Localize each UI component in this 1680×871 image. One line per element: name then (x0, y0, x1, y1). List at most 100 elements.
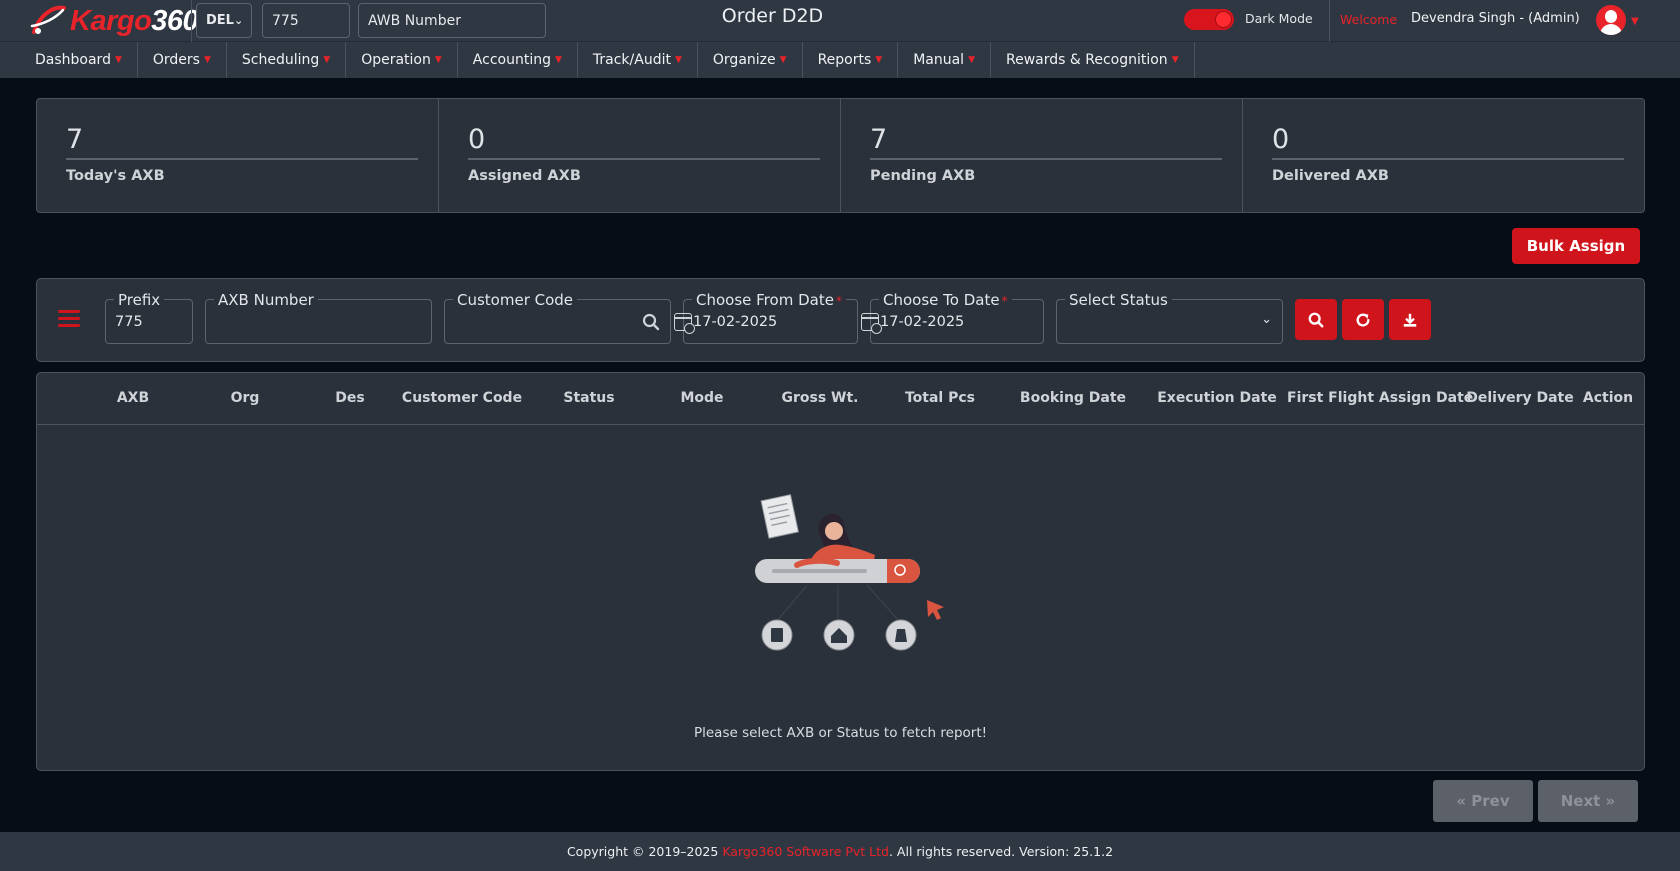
column-header-first-flight-assign-date[interactable]: First Flight Assign Date (1287, 390, 1473, 406)
chevron-down-icon: ⌄ (1261, 312, 1272, 327)
chevron-down-icon: ⌄ (233, 14, 244, 27)
status-select[interactable]: Select Status ⌄ (1056, 291, 1283, 344)
search-icon (1308, 312, 1324, 327)
nav-operation[interactable]: Operation ▼ (346, 42, 458, 78)
axb-number-label: AXB Number (214, 291, 318, 309)
download-icon (1403, 313, 1417, 327)
logo-swoosh-icon (30, 5, 66, 34)
user-name: Devendra Singh - (Admin) (1411, 11, 1580, 26)
customer-code-field[interactable]: Customer Code (444, 291, 671, 344)
chevron-down-icon: ▼ (554, 55, 562, 65)
stat-label: Assigned AXB (468, 168, 581, 184)
column-header-mode[interactable]: Mode (662, 390, 742, 406)
nav-manual[interactable]: Manual ▼ (898, 42, 991, 78)
logo-text: Kargo360 (70, 4, 199, 37)
chevron-down-icon: ▼ (968, 55, 975, 65)
prefix-field-label: Prefix (114, 291, 165, 309)
calendar-icon[interactable] (861, 313, 882, 334)
next-page-button[interactable]: Next » (1538, 780, 1638, 822)
to-date-label: Choose To Date * (879, 291, 1012, 310)
stat-value: 0 (1272, 124, 1290, 155)
footer-company-link[interactable]: Kargo360 Software Pvt Ltd (722, 844, 889, 859)
orders-table: AXB Org Des Customer Code Status Mode Gr… (36, 372, 1645, 771)
from-date-value: 17-02-2025 (693, 314, 778, 330)
dark-mode-label: Dark Mode (1245, 11, 1313, 26)
chevron-down-icon[interactable]: ▼ (1631, 16, 1639, 27)
dark-mode-toggle[interactable] (1184, 9, 1234, 30)
nav-rewards-recognition[interactable]: Rewards & Recognition ▼ (991, 42, 1195, 78)
station-value: DEL (206, 13, 234, 28)
column-header-axb[interactable]: AXB (95, 390, 171, 406)
column-header-des[interactable]: Des (320, 390, 380, 406)
search-button[interactable] (1295, 299, 1337, 340)
chevron-down-icon: ▼ (434, 55, 442, 65)
prefix-field-value: 775 (115, 314, 143, 330)
stat-label: Pending AXB (870, 168, 976, 184)
prev-page-button[interactable]: « Prev (1433, 780, 1533, 822)
awb-search-input[interactable]: AWB Number (358, 3, 546, 38)
kargo360-logo[interactable]: Kargo360 (30, 2, 199, 40)
prefix-field[interactable]: Prefix 775 (105, 291, 193, 344)
column-header-total-pcs[interactable]: Total Pcs (890, 390, 990, 406)
stats-panel: 7 Today's AXB 0 Assigned AXB 7 Pending A… (36, 98, 1645, 213)
prefix-input[interactable]: 775 (262, 3, 350, 38)
nav-track-audit[interactable]: Track/Audit ▼ (578, 42, 698, 78)
column-header-org[interactable]: Org (215, 390, 275, 406)
stat-value: 0 (468, 124, 486, 155)
chevron-down-icon: ▼ (114, 55, 122, 65)
stat-delivered-axb: 0 Delivered AXB (1243, 99, 1644, 212)
chevron-down-icon: ▼ (323, 55, 331, 65)
stat-value: 7 (66, 124, 84, 155)
stat-assigned-axb: 0 Assigned AXB (439, 99, 841, 212)
nav-dashboard[interactable]: Dashboard ▼ (0, 42, 138, 78)
stat-label: Today's AXB (66, 168, 165, 184)
axb-number-field[interactable]: AXB Number (205, 291, 432, 344)
menu-icon[interactable] (58, 310, 80, 328)
stat-pending-axb: 7 Pending AXB (841, 99, 1243, 212)
refresh-button[interactable] (1342, 299, 1384, 340)
nav-scheduling[interactable]: Scheduling ▼ (227, 42, 347, 78)
status-select-label: Select Status (1065, 291, 1172, 309)
column-header-status[interactable]: Status (549, 390, 629, 406)
column-header-booking-date[interactable]: Booking Date (1013, 390, 1133, 406)
bulk-assign-button[interactable]: Bulk Assign (1512, 228, 1640, 264)
chevron-down-icon: ▼ (674, 55, 682, 65)
download-button[interactable] (1389, 299, 1431, 340)
stat-label: Delivered AXB (1272, 168, 1389, 184)
search-icon[interactable] (642, 313, 660, 331)
footer-version: . All rights reserved. Version: 25.1.2 (888, 844, 1114, 859)
user-avatar-icon[interactable] (1596, 5, 1626, 35)
main-nav: Dashboard ▼ Orders ▼ Scheduling ▼ Operation… (0, 42, 1680, 78)
station-select[interactable]: DEL ⌄ (196, 3, 252, 38)
stat-todays-axb: 7 Today's AXB (37, 99, 439, 212)
column-header-action[interactable]: Action (1577, 390, 1639, 406)
to-date-value: 17-02-2025 (880, 314, 965, 330)
awb-search-placeholder: AWB Number (368, 12, 461, 29)
filter-panel: Prefix 775 AXB Number Customer Code Choo… (36, 278, 1645, 362)
chevron-down-icon: ▼ (779, 55, 787, 65)
to-date-field[interactable]: Choose To Date * 17-02-2025 (861, 291, 1044, 344)
nav-accounting[interactable]: Accounting ▼ (458, 42, 578, 78)
customer-code-label: Customer Code (453, 291, 578, 309)
table-header: AXB Org Des Customer Code Status Mode Gr… (37, 373, 1644, 425)
footer: Copyright © 2019–2025 Kargo360 Software … (0, 832, 1680, 871)
from-date-label: Choose From Date * (692, 291, 846, 310)
empty-state-message: Please select AXB or Status to fetch rep… (693, 725, 988, 741)
nav-reports[interactable]: Reports ▼ (803, 42, 899, 78)
stat-value: 7 (870, 124, 888, 155)
chevron-down-icon: ▼ (203, 55, 211, 65)
column-header-customer-code[interactable]: Customer Code (392, 390, 532, 406)
chevron-down-icon: ▼ (1171, 55, 1179, 65)
nav-organize[interactable]: Organize ▼ (698, 42, 803, 78)
chevron-down-icon: ▼ (875, 55, 883, 65)
page-title: Order D2D (721, 5, 824, 27)
nav-orders[interactable]: Orders ▼ (138, 42, 227, 78)
column-header-execution-date[interactable]: Execution Date (1147, 390, 1287, 406)
top-bar: Kargo360 DEL ⌄ 775 AWB Number Order D2D … (0, 0, 1680, 42)
column-header-gross-wt[interactable]: Gross Wt. (770, 390, 870, 406)
calendar-icon[interactable] (674, 313, 695, 334)
welcome-label: Welcome (1340, 12, 1398, 27)
from-date-field[interactable]: Choose From Date * 17-02-2025 (674, 291, 858, 344)
column-header-delivery-date[interactable]: Delivery Date (1465, 390, 1575, 406)
refresh-icon (1356, 313, 1370, 326)
